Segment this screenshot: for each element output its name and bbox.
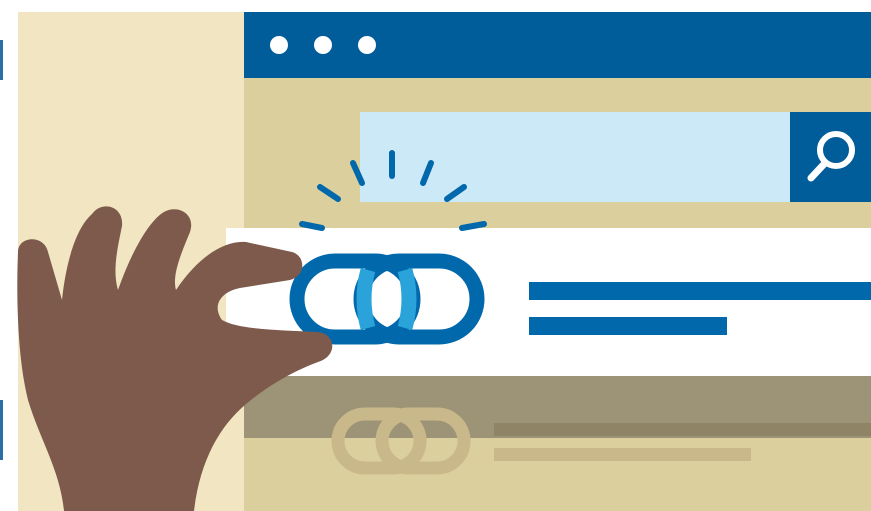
pinching-hand-icon	[17, 206, 333, 511]
illustration-canvas	[0, 0, 871, 511]
